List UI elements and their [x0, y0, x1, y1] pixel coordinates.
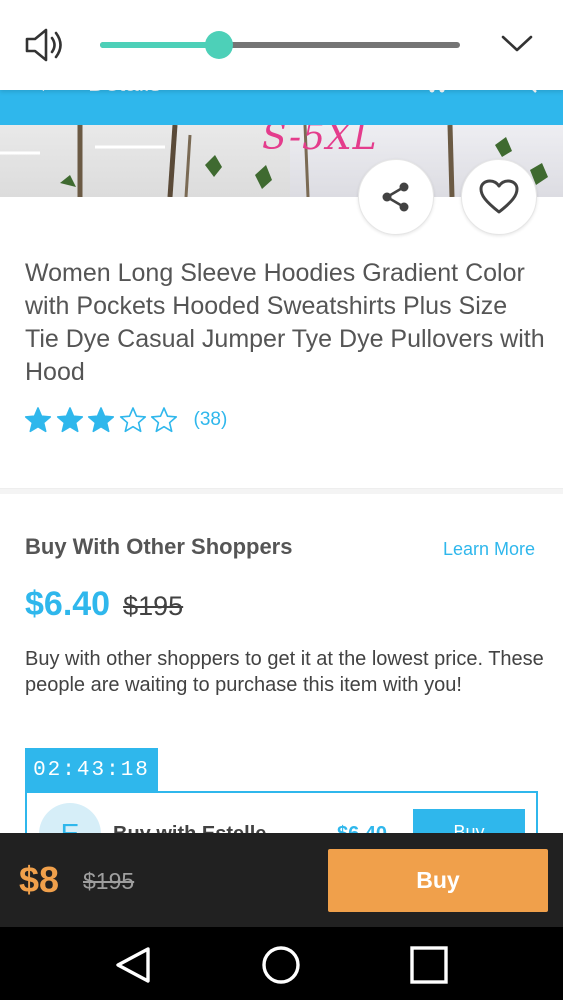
volume-slider-thumb[interactable]	[204, 31, 233, 59]
star-filled-icon	[56, 407, 83, 433]
volume-slider[interactable]	[100, 31, 460, 59]
review-count[interactable]: (38)	[194, 409, 228, 431]
chevron-down-icon[interactable]	[500, 28, 534, 58]
heart-icon	[479, 179, 519, 214]
countdown-timer: 02:43:18	[25, 748, 158, 792]
buy-button[interactable]: Buy	[328, 849, 548, 912]
product-title: Women Long Sleeve Hoodies Gradient Color…	[25, 259, 545, 386]
volume-overlay	[0, 0, 563, 90]
bottom-original-price: $195	[83, 868, 135, 894]
bottom-purchase-bar: $8 $195 Buy	[0, 833, 563, 927]
bottom-price: $8	[19, 859, 60, 900]
product-photo-left	[0, 125, 290, 197]
original-price: $195	[123, 591, 184, 621]
group-buy-title: Buy With Other Shoppers	[25, 534, 293, 559]
volume-slider-fill	[100, 42, 219, 48]
star-filled-icon	[24, 407, 52, 433]
home-circle-icon[interactable]	[259, 943, 303, 987]
learn-more-link[interactable]: Learn More	[443, 539, 535, 560]
group-price-row: $6.40 $195	[25, 585, 183, 624]
star-filled-icon	[87, 407, 115, 433]
size-range-label: S-5XL	[262, 125, 378, 158]
share-button[interactable]	[358, 159, 434, 235]
back-triangle-icon[interactable]	[112, 943, 156, 987]
group-buy-description: Buy with other shoppers to get it at the…	[25, 648, 544, 696]
rating-stars: (38)	[24, 406, 227, 434]
share-icon	[382, 182, 409, 212]
favorite-button[interactable]	[461, 159, 537, 235]
star-empty-icon	[119, 407, 146, 433]
recent-apps-icon[interactable]	[407, 943, 451, 987]
section-divider	[0, 488, 563, 494]
group-price: $6.40	[25, 585, 111, 623]
speaker-icon[interactable]	[24, 26, 66, 64]
star-empty-icon	[150, 407, 178, 433]
system-nav-bar	[0, 927, 563, 1000]
